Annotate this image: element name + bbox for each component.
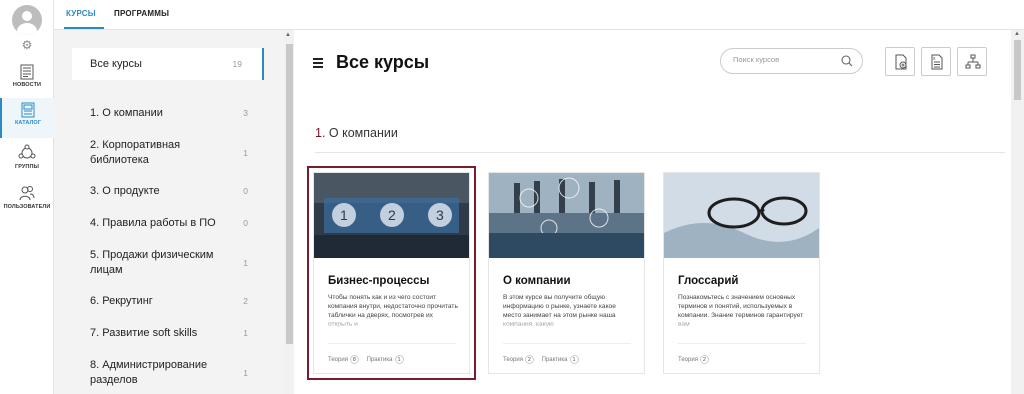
import-course-button[interactable]	[885, 47, 915, 76]
avatar[interactable]	[12, 5, 42, 35]
gear-icon[interactable]: ⚙	[20, 38, 34, 52]
course-meta: Теория 2	[678, 355, 715, 364]
hamburger-icon[interactable]	[313, 58, 323, 68]
course-image	[489, 173, 644, 258]
category-label: 8. Администрирование разделов	[90, 359, 208, 386]
main-scrollbar[interactable]: ▲	[1011, 30, 1024, 394]
scroll-up-icon[interactable]: ▲	[285, 32, 291, 38]
meta-label: Практика	[366, 357, 393, 363]
top-tabs: КУРСЫ ПРОГРАММЫ	[54, 0, 1024, 30]
users-icon	[19, 186, 35, 201]
search-icon[interactable]	[841, 55, 853, 67]
svg-text:x: x	[933, 56, 936, 62]
course-title: Глоссарий	[678, 275, 739, 287]
export-excel-button[interactable]: x	[921, 47, 951, 76]
tab-courses[interactable]: КУРСЫ	[66, 9, 96, 18]
section-name: О компании	[328, 126, 398, 140]
course-meta: Теория 2 Практика 1	[503, 355, 585, 364]
structure-button[interactable]	[957, 47, 987, 76]
category-count: 0	[243, 218, 248, 228]
news-icon	[20, 64, 34, 80]
svg-text:3: 3	[436, 207, 444, 223]
category-label: 1. О компании	[90, 107, 163, 119]
course-meta: Теория 8 Практика 1	[328, 355, 410, 364]
category-panel: Все курсы 19 1. О компании 3 2. Корпорат…	[54, 30, 286, 394]
section-number: 1.	[315, 126, 326, 140]
meta-count: 1	[394, 355, 404, 364]
catalog-icon	[21, 102, 35, 118]
course-image	[664, 173, 819, 258]
rail-item-users[interactable]: ПОЛЬЗОВАТЕЛИ	[0, 184, 54, 222]
rail-item-label: ПОЛЬЗОВАТЕЛИ	[3, 204, 51, 210]
course-card[interactable]: 1 2 3 Бизнес-процессы Чтобы понять как и…	[307, 166, 476, 380]
card-divider	[678, 343, 806, 344]
groups-icon	[18, 144, 36, 159]
category-count: 1	[243, 258, 248, 268]
rail-item-groups[interactable]: ГРУППЫ	[0, 144, 54, 182]
category-label: Все курсы	[90, 58, 142, 70]
meta-count: 2	[524, 355, 534, 364]
import-file-icon	[895, 54, 907, 70]
course-title: Бизнес-процессы	[328, 275, 430, 287]
meta-label: Теория	[328, 357, 348, 363]
course-title: О компании	[503, 275, 571, 287]
category-label: 5. Продажи физическим лицам	[90, 249, 214, 276]
rail-item-label: ГРУППЫ	[14, 164, 40, 170]
category-label: 3. О продукте	[90, 185, 160, 197]
course-card[interactable]: О компании В этом курсе вы получите общу…	[488, 172, 645, 374]
category-count: 1	[243, 328, 248, 338]
meta-label: Теория	[503, 357, 523, 363]
scroll-up-icon[interactable]: ▲	[1014, 31, 1020, 37]
course-description: Познакомьтесь с значением основных терми…	[678, 293, 808, 329]
app: ⚙ НОВОСТИ КАТАЛОГ ГРУППЫ ПОЛЬЗОВАТЕЛИ КУ…	[0, 0, 1024, 394]
page-title: Все курсы	[336, 52, 430, 72]
meta-label: Практика	[541, 357, 568, 363]
active-tab-indicator	[64, 27, 104, 29]
meta-count: 8	[349, 355, 359, 364]
search-box[interactable]	[720, 48, 863, 74]
meta-count: 2	[699, 355, 709, 364]
section-title: 1. О компании	[315, 126, 398, 140]
course-image: 1 2 3	[314, 173, 469, 258]
meta-label: Теория	[678, 357, 698, 363]
scrollbar-thumb[interactable]	[286, 44, 293, 344]
category-label: 2. Корпоративная библиотека	[90, 139, 181, 166]
category-count: 1	[243, 148, 248, 158]
course-description: В этом курсе вы получите общую информаци…	[503, 293, 633, 329]
hierarchy-icon	[965, 54, 981, 69]
course-description: Чтобы понять как и из чего состоит компа…	[328, 294, 458, 329]
rail-item-label: КАТАЛОГ	[14, 120, 42, 126]
search-input[interactable]	[733, 55, 833, 64]
left-rail: ⚙ НОВОСТИ КАТАЛОГ ГРУППЫ ПОЛЬЗОВАТЕЛИ	[0, 0, 54, 394]
section-divider	[315, 152, 1005, 153]
rail-item-label: НОВОСТИ	[12, 82, 42, 88]
category-label: 4. Правила работы в ПО	[90, 217, 216, 229]
category-all[interactable]: Все курсы 19	[72, 48, 264, 80]
category-label: 7. Развитие soft skills	[90, 327, 198, 339]
main-content: Все курсы x	[295, 30, 1011, 394]
category-scrollbar[interactable]: ▲	[284, 30, 294, 394]
card-divider	[503, 343, 631, 344]
rail-item-news[interactable]: НОВОСТИ	[0, 64, 54, 102]
svg-text:2: 2	[388, 207, 396, 223]
category-label: 6. Рекрутинг	[90, 295, 153, 307]
meta-count: 1	[569, 355, 579, 364]
category-count: 0	[243, 186, 248, 196]
category-count: 1	[243, 368, 248, 378]
rail-item-catalog[interactable]: КАТАЛОГ	[0, 98, 54, 138]
category-count: 19	[232, 59, 242, 69]
excel-icon: x	[931, 54, 943, 70]
category-count: 2	[243, 296, 248, 306]
course-card[interactable]: Глоссарий Познакомьтесь с значением осно…	[663, 172, 820, 374]
category-count: 3	[243, 108, 248, 118]
card-divider	[328, 343, 456, 344]
scrollbar-thumb[interactable]	[1014, 40, 1021, 100]
tab-programs[interactable]: ПРОГРАММЫ	[114, 9, 169, 18]
svg-text:1: 1	[340, 207, 348, 223]
